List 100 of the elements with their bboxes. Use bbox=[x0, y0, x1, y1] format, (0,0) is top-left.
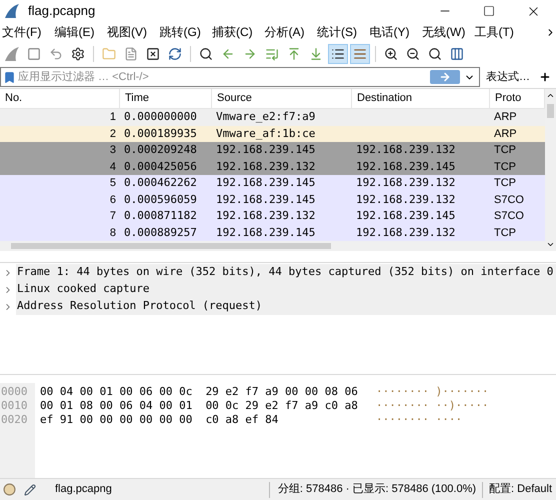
hex-bytes: ef 91 00 00 00 00 00 00 c0 a8 ef 84 bbox=[40, 412, 280, 426]
packet-row[interactable]: 2 0.000189935 Vmware_af:1b:ce ARP bbox=[0, 126, 545, 142]
table-cell: 0.000000000 bbox=[124, 110, 197, 123]
menu-item[interactable]: 捕获(C) bbox=[210, 23, 262, 41]
offset-label: 0000 bbox=[0, 384, 28, 398]
menu-item[interactable]: 分析(A) bbox=[262, 23, 315, 41]
search-icon[interactable] bbox=[199, 47, 213, 61]
table-cell: TCP bbox=[494, 144, 516, 156]
zoom-out-icon[interactable] bbox=[406, 47, 420, 61]
table-cell: 8 bbox=[110, 226, 116, 238]
expression-button[interactable]: 表达式… bbox=[480, 68, 536, 86]
ascii-text: ········ ···· bbox=[376, 412, 462, 426]
menu-item[interactable]: 工具(T) bbox=[472, 23, 525, 41]
filter-field[interactable]: 应用显示过滤器 … <Ctrl-/> bbox=[0, 67, 480, 87]
hex-bytes: 00 04 00 01 00 06 00 0c 29 e2 f7 a9 00 00 08 06 bbox=[40, 384, 359, 398]
table-cell: TCP bbox=[494, 226, 516, 238]
horizontal-scrollbar[interactable] bbox=[11, 243, 331, 249]
zoom-reset-icon[interactable] bbox=[428, 47, 442, 61]
packet-row[interactable]: 5 0.000462262 192.168.239.145 192.168.239.132 TCP bbox=[0, 175, 545, 192]
table-cell: S7CO bbox=[494, 194, 524, 206]
packet-row[interactable]: 1 0.000000000 Vmware_e2:f7:a9 ARP bbox=[0, 109, 545, 126]
column-header[interactable]: Time bbox=[120, 89, 212, 108]
table-cell: 192.168.239.145 bbox=[356, 209, 456, 222]
close-file-icon[interactable] bbox=[146, 47, 160, 61]
column-header[interactable]: No. bbox=[0, 89, 120, 108]
stop-icon[interactable] bbox=[27, 47, 41, 61]
arrow-left-icon[interactable] bbox=[221, 47, 235, 61]
menu-item[interactable]: 统计(S) bbox=[315, 23, 368, 41]
edit-comment-icon[interactable] bbox=[24, 484, 36, 496]
resize-columns-icon[interactable] bbox=[450, 47, 464, 61]
table-cell: 2 bbox=[110, 128, 116, 140]
table-cell: 192.168.239.132 bbox=[356, 143, 456, 156]
bookmark-icon[interactable] bbox=[3, 70, 16, 84]
packet-row[interactable]: 3 0.000209248 192.168.239.145 192.168.239.132 TCP bbox=[0, 142, 545, 158]
table-cell: 192.168.239.145 bbox=[216, 226, 316, 238]
table-cell: TCP bbox=[494, 160, 516, 172]
add-filter-icon[interactable] bbox=[539, 71, 551, 83]
gear-icon[interactable] bbox=[71, 47, 85, 61]
colorize-icon[interactable] bbox=[353, 47, 367, 61]
menu-item[interactable]: 文件(F) bbox=[0, 23, 52, 41]
arrow-right-icon[interactable] bbox=[243, 47, 257, 61]
table-cell: 0.000871182 bbox=[124, 209, 197, 222]
window-title: flag.pcapng bbox=[28, 2, 96, 20]
detail-item[interactable]: Frame 1: 44 bytes on wire (352 bits), 44 bytes captured (352 bits) on interface 0 bbox=[16, 264, 556, 281]
table-cell: TCP bbox=[494, 177, 516, 189]
table-cell: 3 bbox=[110, 144, 116, 156]
filter-input[interactable]: 应用显示过滤器 … <Ctrl-/> bbox=[18, 68, 430, 86]
table-cell: 4 bbox=[110, 160, 116, 172]
table-cell: 0.000189935 bbox=[124, 126, 197, 140]
arrow-right-icon bbox=[439, 71, 451, 83]
table-cell: ARP bbox=[494, 111, 517, 123]
table-cell: 192.168.239.132 bbox=[356, 176, 456, 189]
table-cell: 192.168.239.132 bbox=[356, 226, 456, 238]
scroll-down-icon[interactable] bbox=[546, 240, 555, 249]
table-cell: 192.168.239.145 bbox=[216, 143, 316, 156]
table-cell: ARP bbox=[494, 128, 517, 140]
go-to-packet-icon[interactable] bbox=[265, 47, 279, 61]
detail-item[interactable]: Address Resolution Protocol (request) bbox=[16, 298, 556, 315]
table-cell: 192.168.239.132 bbox=[216, 160, 316, 172]
menu-item[interactable]: 视图(V) bbox=[105, 23, 158, 41]
scroll-thumb[interactable] bbox=[547, 104, 554, 118]
table-cell: 0.000596059 bbox=[124, 192, 197, 206]
column-header[interactable]: Source bbox=[212, 89, 352, 108]
capture-status-icon bbox=[3, 483, 16, 496]
column-header[interactable]: Destination bbox=[352, 89, 490, 108]
file-icon[interactable] bbox=[124, 47, 138, 61]
table-cell: Vmware_af:1b:ce bbox=[216, 126, 316, 140]
offset-label: 0010 bbox=[0, 398, 28, 412]
vertical-scrollbar[interactable] bbox=[545, 89, 556, 251]
arrow-down-icon[interactable] bbox=[309, 47, 323, 61]
zoom-in-icon[interactable] bbox=[384, 47, 398, 61]
table-cell: 192.168.239.145 bbox=[356, 160, 456, 172]
maximize-icon[interactable] bbox=[483, 5, 495, 17]
status-profile[interactable]: 配置: Default bbox=[489, 481, 556, 498]
status-file: flag.pcapng bbox=[55, 482, 112, 498]
reload-icon[interactable] bbox=[168, 47, 182, 61]
table-cell: 192.168.239.132 bbox=[356, 192, 456, 206]
table-cell: 7 bbox=[110, 210, 116, 222]
menu-item[interactable]: 电话(Y) bbox=[368, 23, 420, 41]
restart-icon[interactable] bbox=[49, 47, 63, 61]
packet-row[interactable]: 4 0.000425056 192.168.239.132 192.168.239.145 TCP bbox=[0, 158, 545, 175]
menu-item[interactable]: 跳转(G) bbox=[158, 23, 210, 41]
shark-fin-icon bbox=[4, 46, 20, 62]
table-cell: 6 bbox=[110, 194, 116, 206]
packet-row[interactable]: 8 0.000889257 192.168.239.145 192.168.239.132 TCP bbox=[0, 224, 545, 241]
hex-bytes: 00 01 08 00 06 04 00 01 00 0c 29 e2 f7 a9 c0 a8 bbox=[40, 398, 359, 412]
menu-item[interactable]: 编辑(E) bbox=[52, 23, 105, 41]
table-cell: 5 bbox=[110, 177, 116, 189]
scroll-up-icon[interactable] bbox=[546, 91, 555, 100]
arrow-up-icon[interactable] bbox=[287, 47, 301, 61]
packet-row[interactable]: 6 0.000596059 192.168.239.145 192.168.239.132 S7CO bbox=[0, 192, 545, 208]
table-cell: 192.168.239.145 bbox=[216, 192, 316, 206]
ascii-text: ········ )······· bbox=[376, 384, 489, 398]
detail-item[interactable]: Linux cooked capture bbox=[16, 281, 556, 298]
auto-scroll-icon[interactable] bbox=[331, 47, 345, 61]
table-cell: 192.168.239.145 bbox=[216, 176, 316, 189]
offset-label: 0020 bbox=[0, 412, 28, 426]
menu-item[interactable]: 无线(W) bbox=[420, 23, 472, 41]
packet-row[interactable]: 7 0.000871182 192.168.239.132 192.168.239.145 S7CO bbox=[0, 208, 545, 224]
table-cell: S7CO bbox=[494, 210, 524, 222]
